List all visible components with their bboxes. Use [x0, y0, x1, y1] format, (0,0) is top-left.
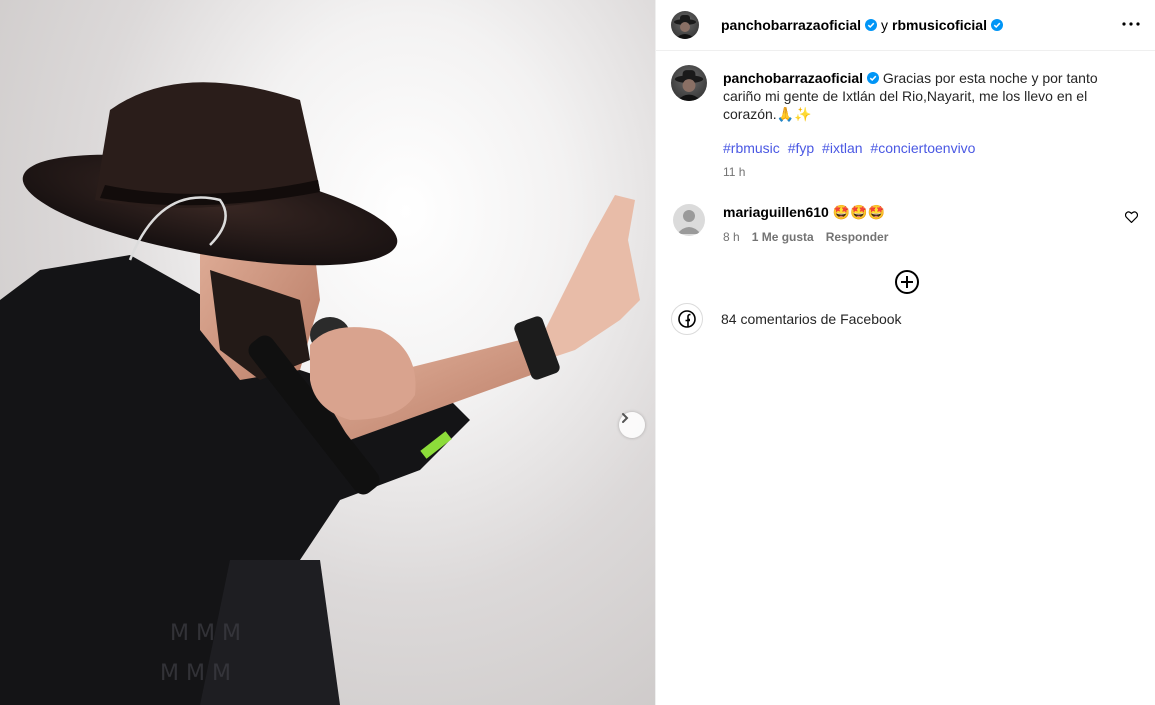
author-name[interactable]: panchobarrazaoficial [721, 17, 861, 33]
comment-meta: 8 h 1 Me gusta Responder [723, 230, 888, 244]
caption-hashtags: #rbmusic #fyp #ixtlan #conciertoenvivo [723, 140, 979, 156]
commenter-username[interactable]: mariaguillen610 [723, 204, 829, 220]
verified-badge-icon [865, 19, 878, 31]
comment-item: mariaguillen610 🤩🤩🤩 8 h 1 Me gusta Respo… [671, 202, 1141, 252]
avatar-image [674, 15, 696, 39]
post-authors: panchobarrazaoficial y rbmusicoficial [721, 17, 1003, 33]
default-avatar-icon [677, 210, 701, 234]
svg-text:M M M: M M M [170, 621, 241, 646]
post-photo: M M M M M M [0, 0, 655, 705]
plus-circle-icon [895, 270, 919, 294]
comment-timestamp[interactable]: 8 h [723, 230, 740, 244]
facebook-comments-link[interactable]: 84 comentarios de Facebook [671, 303, 902, 335]
post-header: panchobarrazaoficial y rbmusicoficial [656, 0, 1155, 51]
post-side-panel: panchobarrazaoficial y rbmusicoficial pa… [655, 0, 1155, 705]
hashtag-link[interactable]: #fyp [788, 140, 814, 156]
reply-button[interactable]: Responder [826, 230, 889, 244]
verified-badge-icon [866, 72, 879, 84]
caption-username[interactable]: panchobarrazaoficial [723, 70, 863, 86]
facebook-icon-wrap [671, 303, 703, 335]
comment-likes-count[interactable]: 1 Me gusta [752, 230, 814, 244]
verified-badge-icon [990, 19, 1003, 31]
avatar-image [674, 70, 704, 101]
caption-author-avatar[interactable] [671, 65, 707, 101]
facebook-icon [678, 310, 696, 328]
heart-icon [1124, 211, 1139, 224]
facebook-comments-label: 84 comentarios de Facebook [721, 311, 902, 327]
chevron-right-icon [622, 413, 629, 423]
authors-conjunction: y [881, 17, 889, 33]
commenter-avatar[interactable] [673, 204, 705, 236]
more-horizontal-icon [1122, 22, 1140, 26]
caption-text-block: panchobarrazaoficial Gracias por esta no… [723, 69, 1103, 123]
photo-performer-singing: M M M M M M [0, 82, 640, 705]
hashtag-link[interactable]: #conciertoenvivo [870, 140, 975, 156]
hashtag-link[interactable]: #ixtlan [822, 140, 862, 156]
comment-text-block: mariaguillen610 🤩🤩🤩 [723, 204, 885, 221]
post-viewer: M M M M M M panchobarrazaoficial y rbmus… [0, 0, 1155, 705]
svg-text:M M M: M M M [160, 661, 231, 686]
comment-like-button[interactable] [1124, 210, 1141, 226]
caption-timestamp[interactable]: 11 h [723, 165, 745, 179]
coauthor-name[interactable]: rbmusicoficial [892, 17, 987, 33]
hashtag-link[interactable]: #rbmusic [723, 140, 780, 156]
author-avatar[interactable] [671, 11, 699, 39]
comment-body: 🤩🤩🤩 [832, 204, 886, 220]
load-more-comments-button[interactable] [894, 269, 920, 295]
next-image-button[interactable] [619, 412, 645, 438]
more-options-button[interactable] [1119, 12, 1143, 36]
